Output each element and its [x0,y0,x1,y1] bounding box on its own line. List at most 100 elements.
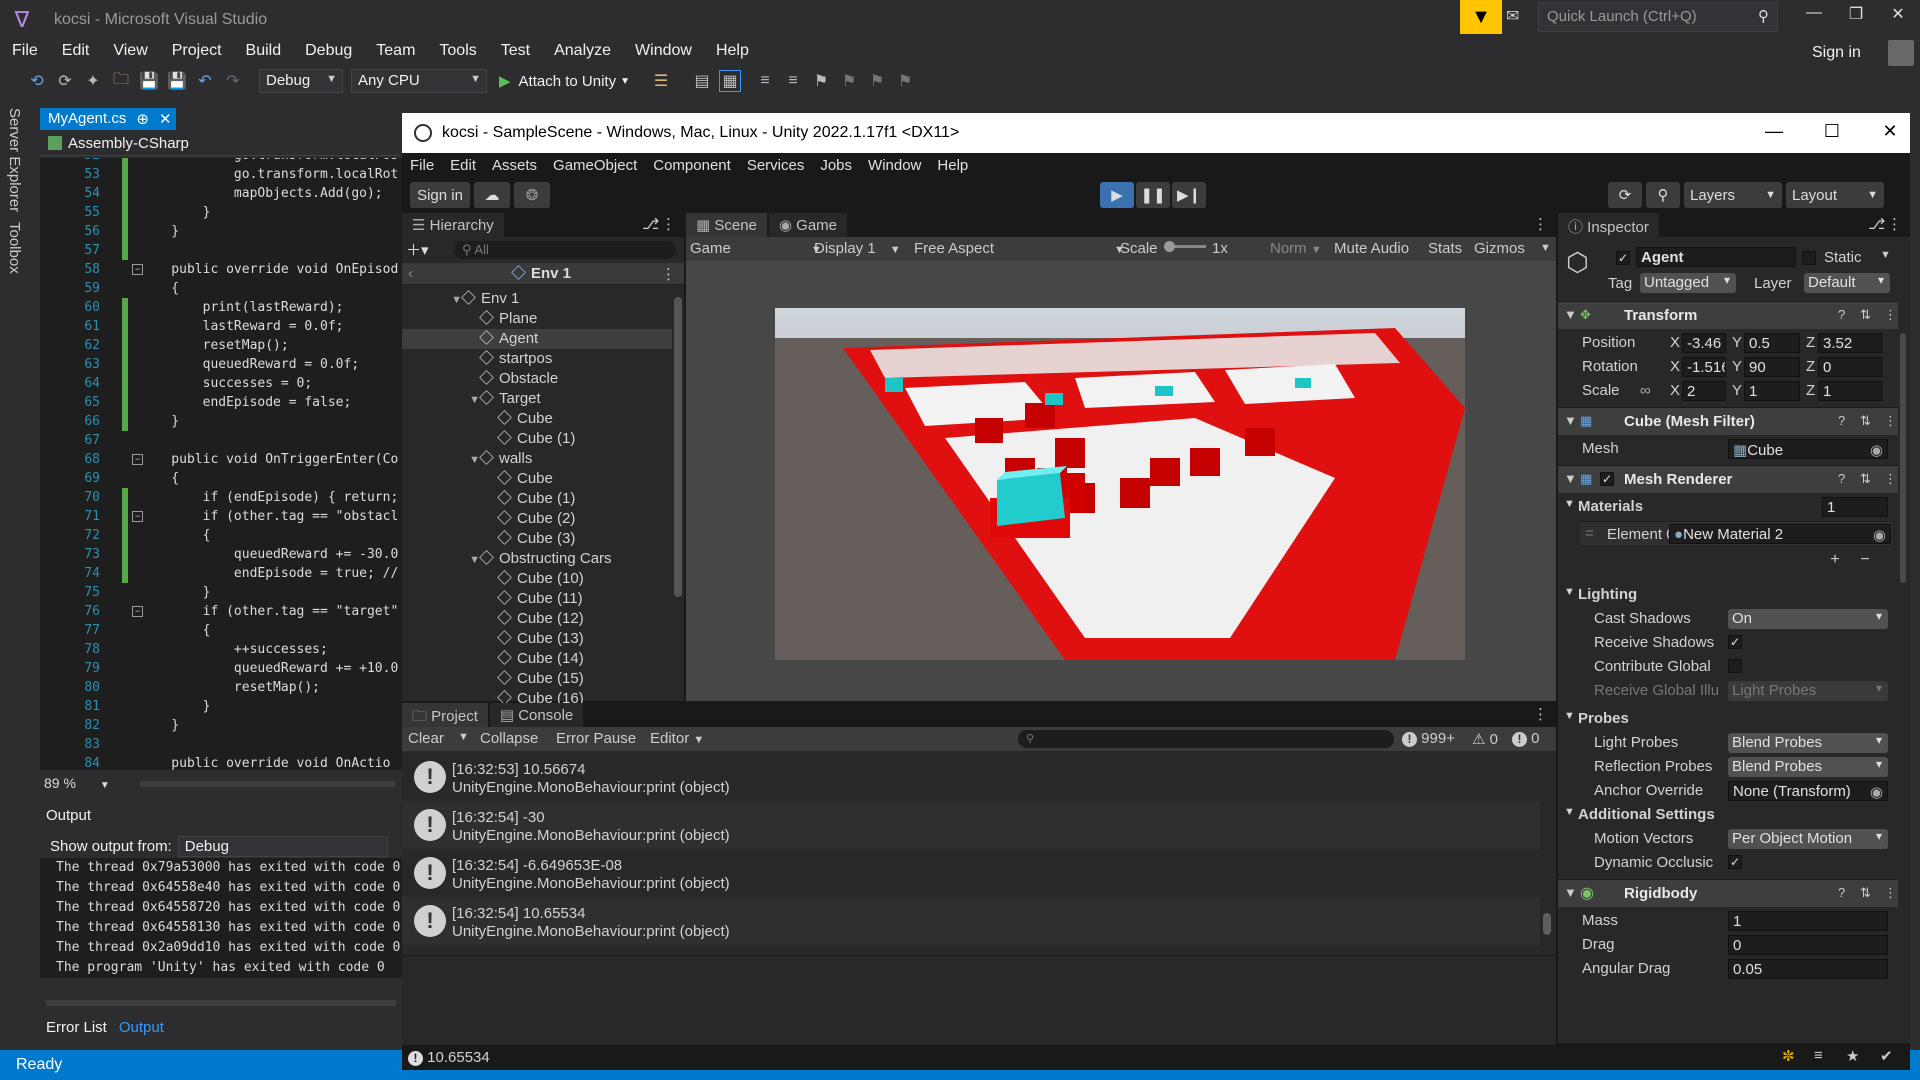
tag-select[interactable]: Untagged [1640,273,1736,293]
bookmark-icon[interactable]: ⚑ [810,70,832,92]
unity-menu-item-services[interactable]: Services [739,153,813,177]
tab-inspector[interactable]: ⓘ Inspector [1558,213,1659,237]
document-tab-myagent[interactable]: MyAgent.cs ⊕ ✕ [40,108,176,130]
debug-mode-icon[interactable]: ✼ [1782,1047,1795,1065]
tab-hierarchy[interactable]: ☰ Hierarchy [402,213,504,237]
error-count-toggle[interactable]: ! 0 [1512,730,1540,747]
console-detail-area[interactable] [402,955,1556,1059]
anchor-override-field[interactable]: None (Transform) ◉ [1728,781,1888,801]
hierarchy-item[interactable]: Cube (2) [402,509,672,529]
vs-restore-button[interactable]: ❐ [1838,4,1874,24]
hierarchy-item[interactable]: Cube [402,409,672,429]
hierarchy-item[interactable]: Plane [402,309,672,329]
unity-menu-item-component[interactable]: Component [645,153,739,177]
new-project-icon[interactable]: ✦ [82,70,104,92]
console-entry[interactable]: ! [16:32:54] 10.65534 UnityEngine.MonoBeha… [402,897,1540,945]
quick-launch-input[interactable]: Quick Launch (Ctrl+Q) ⚲ [1538,2,1778,32]
indent-icon[interactable]: ≡ [754,70,776,92]
console-scrollbar[interactable] [1540,753,1554,953]
cast-shadows-select[interactable]: On [1728,609,1888,629]
clear-bookmarks-icon[interactable]: ⚑ [894,70,916,92]
code-line[interactable]: if (endEpisode) { return; [140,488,399,507]
fold-toggle-icon[interactable]: − [132,454,143,465]
code-line[interactable]: queuedReward = 0.0f; [140,355,360,374]
hierarchy-item[interactable]: Cube (13) [402,629,672,649]
unity-menu-item-window[interactable]: Window [860,153,929,177]
scale-x-input[interactable]: 2 [1682,381,1726,401]
output-text[interactable]: The thread 0x79a53000 has exited with co… [40,858,402,978]
object-picker-icon[interactable]: ◉ [1870,783,1883,800]
feedback-icon[interactable]: ▼ [1460,0,1502,34]
create-add-button[interactable]: ＋▾ [406,239,446,259]
code-line[interactable]: { [140,469,179,488]
game-mode-select[interactable]: Game ▼ [690,240,822,257]
menu-item-file[interactable]: File [0,40,50,64]
editor-target-select[interactable]: Editor ▼ [650,730,704,747]
rotation-y-input[interactable]: 90 [1744,357,1800,377]
project-navigation-bar[interactable]: Assembly-CSharp [40,132,400,156]
expand-arrow-icon[interactable]: ▼ [448,290,462,310]
unity-menu-item-gameobject[interactable]: GameObject [545,153,645,177]
horizontal-scrollbar[interactable] [140,781,395,787]
output-scrollbar-thumb[interactable] [46,1000,396,1006]
solution-explorer-icon[interactable]: ▤ [691,70,713,92]
code-line[interactable]: public override void OnEpisod [140,260,398,279]
layers-dropdown[interactable]: Layers ▼ [1684,182,1782,208]
code-line[interactable]: mapObjects.Add(go); [140,184,383,203]
probes-section[interactable]: ▼ Probes [1558,707,1898,731]
chevron-down-icon[interactable]: ▼ [1880,249,1891,261]
output-scrollbar[interactable] [40,996,402,1010]
menu-item-project[interactable]: Project [160,40,234,64]
hierarchy-item[interactable]: Cube (3) [402,529,672,549]
log-count-toggle[interactable]: ! 999+ [1402,730,1455,747]
warning-count-toggle[interactable]: ⚠ 0 [1472,730,1498,748]
light-probes-select[interactable]: Blend Probes [1728,733,1888,753]
redo-icon[interactable]: ↷ [222,70,244,92]
tab-game[interactable]: ◉ Game [768,213,848,237]
code-line[interactable]: } [140,203,211,222]
console-entry[interactable]: ! [16:32:54] -6.649653E-08 UnityEngine.Mon… [402,849,1540,897]
sync-icon[interactable]: ▦ [719,70,741,92]
remove-element-button[interactable]: − [1850,551,1880,569]
more-options-icon[interactable]: ⋮ [661,215,676,233]
play-button[interactable]: ▶ [1100,182,1134,208]
hierarchy-item[interactable]: Cube (12) [402,609,672,629]
hierarchy-item[interactable]: Cube (15) [402,669,672,689]
inspector-scrollbar[interactable] [1898,333,1908,583]
console-entry[interactable]: ! [16:32:53] 10.56674 UnityEngine.MonoBeha… [402,753,1540,801]
contribute-gi-checkbox[interactable] [1728,659,1742,673]
code-line[interactable]: go.transform.localPos [140,158,398,165]
position-x-input[interactable]: -3.46 [1682,333,1726,353]
object-picker-icon[interactable]: ◉ [1873,526,1886,543]
game-view-render[interactable] [775,308,1465,660]
receive-shadows-checkbox[interactable]: ✓ [1728,635,1742,649]
code-line[interactable]: successes = 0; [140,374,313,393]
static-checkbox[interactable] [1802,251,1816,265]
reflection-probes-select[interactable]: Blend Probes [1728,757,1888,777]
unity-sign-in-button[interactable]: Sign in [410,182,470,208]
unity-minimize-button[interactable]: — [1754,121,1794,142]
back-arrow-icon[interactable]: ‹ [408,265,413,282]
preset-icon[interactable]: ⇅ [1860,307,1871,323]
history-icon[interactable]: ⟳ [1608,182,1642,208]
code-line[interactable]: resetMap(); [140,678,320,697]
toolbox-tab[interactable]: Toolbox [6,222,23,274]
code-line[interactable]: lastReward = 0.0f; [140,317,344,336]
console-search-input[interactable]: ⚲ [1018,730,1394,748]
material-object-field[interactable]: ●New Material 2 ◉ [1669,524,1891,544]
chevron-down-icon[interactable]: ▼ [100,780,110,791]
lighting-section[interactable]: ▼ Lighting [1558,583,1898,607]
position-z-input[interactable]: 3.52 [1818,333,1882,353]
preset-icon[interactable]: ⇅ [1860,885,1871,901]
code-line[interactable]: { [140,279,179,298]
code-line[interactable]: } [140,697,211,716]
mesh-renderer-enabled-checkbox[interactable]: ✓ [1600,472,1614,486]
tab-console[interactable]: ▤ Console [489,703,584,727]
notifications-icon[interactable]: ✉ [1506,6,1519,26]
code-line[interactable]: queuedReward += -30.0 [140,545,398,564]
drag-handle-icon[interactable]: = [1585,525,1594,542]
back-icon[interactable]: ⟲ [26,70,48,92]
step-button[interactable]: ▶❙ [1172,182,1206,208]
code-line[interactable]: } [140,222,179,241]
menu-item-view[interactable]: View [101,40,159,64]
